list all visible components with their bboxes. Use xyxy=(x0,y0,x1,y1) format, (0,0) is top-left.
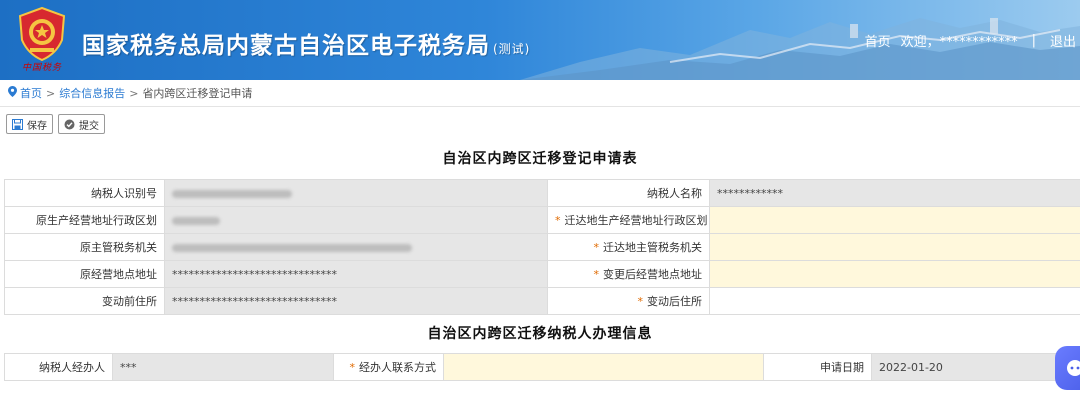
redacted-value xyxy=(172,189,292,198)
check-circle-icon xyxy=(64,119,75,130)
submit-button[interactable]: 提交 xyxy=(58,114,105,134)
agent-contact-input[interactable] xyxy=(443,353,764,381)
chat-bubble-icon xyxy=(1067,360,1080,376)
taxpayer-id-value xyxy=(164,179,548,207)
site-title-suffix: (测试) xyxy=(493,42,531,56)
handler-info-table: 纳税人经办人 *** * 经办人联系方式 申请日期 2022-01-20 xyxy=(4,353,1080,381)
top-links: 首页 欢迎，************ | 退出 xyxy=(865,31,1076,50)
new-residence-input[interactable] xyxy=(709,287,1080,315)
dest-region-input[interactable] xyxy=(709,206,1080,234)
dest-region-label: * 迁达地生产经营地址行政区划 xyxy=(547,206,710,234)
dest-tax-office-select[interactable] xyxy=(709,233,1080,261)
required-mark: * xyxy=(637,295,644,308)
prev-residence-value: ****************************** xyxy=(164,287,548,315)
online-assistant-button[interactable] xyxy=(1055,346,1080,390)
site-header: 中国税务 国家税务总局内蒙古自治区电子税务局 (测试) 首页 欢迎，*******… xyxy=(0,0,1080,80)
breadcrumb-home[interactable]: 首页 xyxy=(20,80,42,107)
home-link[interactable]: 首页 xyxy=(865,31,891,50)
redacted-value xyxy=(172,243,412,252)
breadcrumb-parent[interactable]: 综合信息报告 xyxy=(59,80,125,107)
brand-subtitle: 中国税务 xyxy=(22,63,63,73)
table-row: 纳税人经办人 *** * 经办人联系方式 申请日期 2022-01-20 xyxy=(4,353,1080,381)
new-residence-label: * 变动后住所 xyxy=(547,287,710,315)
toolbar: 保存 提交 xyxy=(0,107,1080,139)
taxpayer-name-label: 纳税人名称 xyxy=(547,179,710,207)
welcome-text: 欢迎，************ xyxy=(900,35,1018,50)
new-address-label: * 变更后经营地点地址 xyxy=(547,260,710,288)
table-row: 原主管税务机关 * 迁达地主管税务机关 xyxy=(4,233,1080,261)
orig-tax-office-value xyxy=(164,233,548,261)
orig-address-label: 原经营地点地址 xyxy=(4,260,165,288)
breadcrumb-separator: > xyxy=(46,86,56,100)
save-button[interactable]: 保存 xyxy=(6,114,53,134)
table-row: 原生产经营地址行政区划 * 迁达地生产经营地址行政区划 xyxy=(4,206,1080,234)
prev-residence-label: 变动前住所 xyxy=(4,287,165,315)
taxpayer-id-label: 纳税人识别号 xyxy=(4,179,165,207)
dest-tax-office-label: * 迁达地主管税务机关 xyxy=(547,233,710,261)
table-row: 原经营地点地址 ****************************** *… xyxy=(4,260,1080,288)
table-row: 纳税人识别号 纳税人名称 ************ xyxy=(4,179,1080,207)
save-button-label: 保存 xyxy=(27,120,47,132)
breadcrumb: 首页 > 综合信息报告 > 省内跨区迁移登记申请 xyxy=(0,80,1080,107)
orig-tax-office-label: 原主管税务机关 xyxy=(4,233,165,261)
breadcrumb-current: 省内跨区迁移登记申请 xyxy=(142,86,253,100)
application-form-title: 自治区内跨区迁移登记申请表 xyxy=(442,151,638,167)
required-mark: * xyxy=(555,214,561,227)
required-mark: * xyxy=(593,241,600,254)
orig-address-value: ****************************** xyxy=(164,260,548,288)
orig-region-value xyxy=(164,206,548,234)
handler-info-title: 自治区内跨区迁移纳税人办理信息 xyxy=(427,326,653,342)
redacted-value xyxy=(172,216,220,225)
application-form-table: 纳税人识别号 纳税人名称 ************ 原生产经营地址行政区划 * 迁… xyxy=(4,179,1080,315)
save-icon xyxy=(12,118,23,130)
table-row: 变动前住所 ****************************** * 变动… xyxy=(4,287,1080,315)
breadcrumb-separator: > xyxy=(129,86,139,100)
tax-emblem-logo xyxy=(18,6,66,62)
top-links-separator: | xyxy=(1031,33,1036,48)
location-pin-icon xyxy=(8,80,17,107)
agent-label: 纳税人经办人 xyxy=(4,353,113,381)
new-address-input[interactable] xyxy=(709,260,1080,288)
agent-value: *** xyxy=(112,353,334,381)
taxpayer-name-value: ************ xyxy=(709,179,1080,207)
submit-button-label: 提交 xyxy=(79,120,99,132)
orig-region-label: 原生产经营地址行政区划 xyxy=(4,206,165,234)
apply-date-label: 申请日期 xyxy=(763,353,872,381)
agent-contact-label: * 经办人联系方式 xyxy=(333,353,444,381)
logout-link[interactable]: 退出 xyxy=(1050,31,1076,50)
apply-date-value: 2022-01-20 xyxy=(871,353,1080,381)
required-mark: * xyxy=(349,361,356,374)
site-title: 国家税务总局内蒙古自治区电子税务局 (测试) xyxy=(82,33,531,59)
required-mark: * xyxy=(593,268,600,281)
